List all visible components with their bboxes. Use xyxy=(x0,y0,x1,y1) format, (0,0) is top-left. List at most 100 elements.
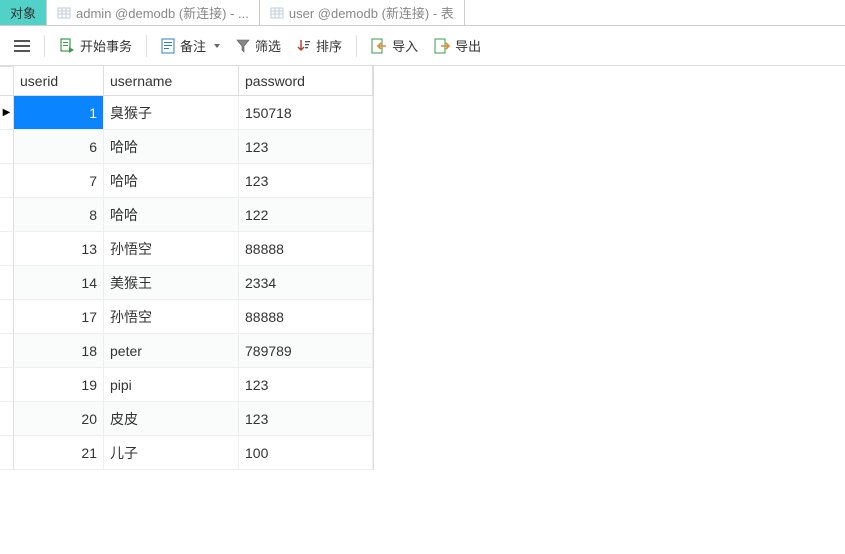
sort-button[interactable]: 排序 xyxy=(291,32,348,59)
cell-username[interactable]: 孙悟空 xyxy=(104,300,239,333)
tab-objects[interactable]: 对象 xyxy=(0,0,47,25)
cell-value: 孙悟空 xyxy=(110,307,152,327)
row-gutter-cell[interactable] xyxy=(0,198,14,232)
cell-userid[interactable]: 7 xyxy=(14,164,104,197)
cell-userid[interactable]: 8 xyxy=(14,198,104,231)
cell-username[interactable]: 皮皮 xyxy=(104,402,239,435)
cell-password[interactable]: 123 xyxy=(239,402,373,435)
chevron-down-icon xyxy=(214,44,220,48)
cell-username[interactable]: 哈哈 xyxy=(104,198,239,231)
cell-username[interactable]: 儿子 xyxy=(104,436,239,469)
cell-password[interactable]: 88888 xyxy=(239,232,373,265)
column-header-userid[interactable]: userid xyxy=(14,66,104,95)
tab-bar: 对象 admin @demodb (新连接) - ... user @demod… xyxy=(0,0,845,26)
table-row[interactable]: 6 哈哈 123 xyxy=(14,130,373,164)
cell-value: 哈哈 xyxy=(110,137,138,157)
cell-value: 21 xyxy=(81,445,97,461)
cell-value: peter xyxy=(110,343,142,359)
table-row[interactable]: 7 哈哈 123 xyxy=(14,164,373,198)
menu-button[interactable] xyxy=(8,35,36,57)
table-row[interactable]: 13孙悟空 88888 xyxy=(14,232,373,266)
table-row[interactable]: 1臭猴子 150718 xyxy=(14,96,373,130)
column-label: userid xyxy=(20,73,58,89)
cell-userid[interactable]: 17 xyxy=(14,300,104,333)
cell-password[interactable]: 123 xyxy=(239,368,373,401)
begin-transaction-button[interactable]: 开始事务 xyxy=(53,32,138,59)
cell-value: 7 xyxy=(89,173,97,189)
table-row[interactable]: 20 皮皮123 xyxy=(14,402,373,436)
row-gutter-cell[interactable] xyxy=(0,334,14,368)
row-gutter-cell[interactable] xyxy=(0,368,14,402)
cell-value: 6 xyxy=(89,139,97,155)
toolbar-label: 开始事务 xyxy=(80,36,132,55)
row-gutter-cell[interactable]: ▶ xyxy=(0,96,14,130)
cell-password[interactable]: 123 xyxy=(239,130,373,163)
column-header-username[interactable]: username xyxy=(104,66,239,95)
row-gutter-cell[interactable] xyxy=(0,402,14,436)
row-gutter-cell[interactable] xyxy=(0,164,14,198)
export-button[interactable]: 导出 xyxy=(428,32,487,59)
cell-value: 20 xyxy=(81,411,97,427)
cell-password[interactable]: 789789 xyxy=(239,334,373,367)
cell-userid[interactable]: 14 xyxy=(14,266,104,299)
table-icon xyxy=(57,6,71,20)
table-row[interactable]: 17 孙悟空 88888 xyxy=(14,300,373,334)
tab-admin[interactable]: admin @demodb (新连接) - ... xyxy=(47,0,260,25)
cell-userid[interactable]: 1 xyxy=(14,96,104,129)
cell-userid[interactable]: 20 xyxy=(14,402,104,435)
cell-value: 88888 xyxy=(245,241,284,257)
cell-value: 18 xyxy=(81,343,97,359)
cell-username[interactable]: pipi xyxy=(104,368,239,401)
row-gutter-cell[interactable] xyxy=(0,266,14,300)
cell-userid[interactable]: 21 xyxy=(14,436,104,469)
table-row[interactable]: 14 美猴王 2334 xyxy=(14,266,373,300)
cell-value: 哈哈 xyxy=(110,171,138,191)
cell-value: 19 xyxy=(81,377,97,393)
cell-username[interactable]: 哈哈 xyxy=(104,164,239,197)
funnel-icon xyxy=(236,39,250,53)
import-button[interactable]: 导入 xyxy=(365,32,424,59)
cell-username[interactable]: 孙悟空 xyxy=(104,232,239,265)
cell-password[interactable]: 100 xyxy=(239,436,373,469)
cell-password[interactable]: 150718 xyxy=(239,96,373,129)
cell-value: pipi xyxy=(110,377,132,393)
row-gutter-cell[interactable] xyxy=(0,436,14,470)
separator xyxy=(146,35,147,57)
cell-value: 美猴王 xyxy=(110,273,152,293)
column-header-password[interactable]: password xyxy=(239,66,373,95)
filter-button[interactable]: 筛选 xyxy=(230,32,287,59)
cell-value: 789789 xyxy=(245,343,292,359)
table-row[interactable]: 19 pipi 123 xyxy=(14,368,373,402)
memo-button[interactable]: 备注 xyxy=(155,32,226,59)
export-icon xyxy=(434,38,450,54)
cell-value: 150718 xyxy=(245,105,292,121)
gutter-header[interactable] xyxy=(0,66,14,96)
cell-userid[interactable]: 18 xyxy=(14,334,104,367)
tab-label: admin @demodb (新连接) - ... xyxy=(76,3,249,22)
row-gutter-cell[interactable] xyxy=(0,232,14,266)
cell-userid[interactable]: 6 xyxy=(14,130,104,163)
cell-value: 100 xyxy=(245,445,268,461)
cell-value: 哈哈 xyxy=(110,205,138,225)
tab-user[interactable]: user @demodb (新连接) - 表 xyxy=(260,0,465,25)
cell-value: 儿子 xyxy=(110,443,138,463)
cell-username[interactable]: 美猴王 xyxy=(104,266,239,299)
cell-userid[interactable]: 13 xyxy=(14,232,104,265)
cell-username[interactable]: 哈哈 xyxy=(104,130,239,163)
table-row[interactable]: 21 儿子 100 xyxy=(14,436,373,470)
cell-password[interactable]: 88888 xyxy=(239,300,373,333)
cell-username[interactable]: peter xyxy=(104,334,239,367)
cell-userid[interactable]: 19 xyxy=(14,368,104,401)
table-row[interactable]: 8 哈哈 122 xyxy=(14,198,373,232)
cell-password[interactable]: 2334 xyxy=(239,266,373,299)
import-icon xyxy=(371,38,387,54)
toolbar-label: 筛选 xyxy=(255,36,281,55)
tab-label: 对象 xyxy=(10,3,36,22)
table-row[interactable]: 18 peter 789789 xyxy=(14,334,373,368)
cell-password[interactable]: 122 xyxy=(239,198,373,231)
row-gutter-cell[interactable] xyxy=(0,300,14,334)
column-label: username xyxy=(110,73,172,89)
cell-password[interactable]: 123 xyxy=(239,164,373,197)
cell-username[interactable]: 臭猴子 xyxy=(104,96,239,129)
row-gutter-cell[interactable] xyxy=(0,130,14,164)
